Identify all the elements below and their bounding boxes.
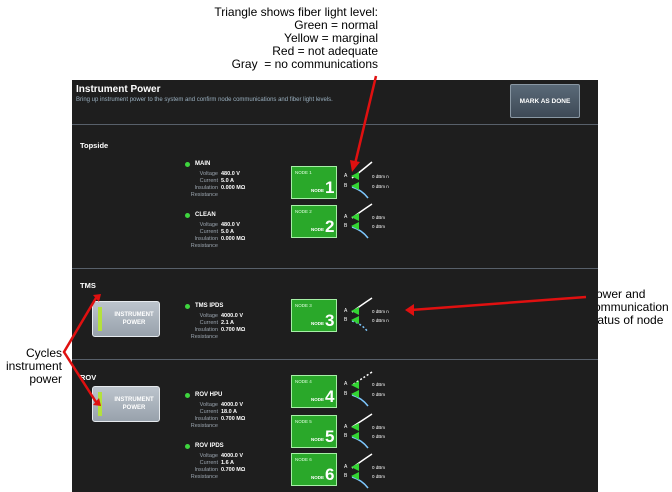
arrow-head-icon [350,160,360,172]
legend-arrow-line [353,75,378,165]
node-status-arrow-line [410,295,587,312]
power-cycle-arrow-line [62,297,98,403]
callout-arrows [62,75,587,406]
arrow-head-icon [405,304,414,316]
